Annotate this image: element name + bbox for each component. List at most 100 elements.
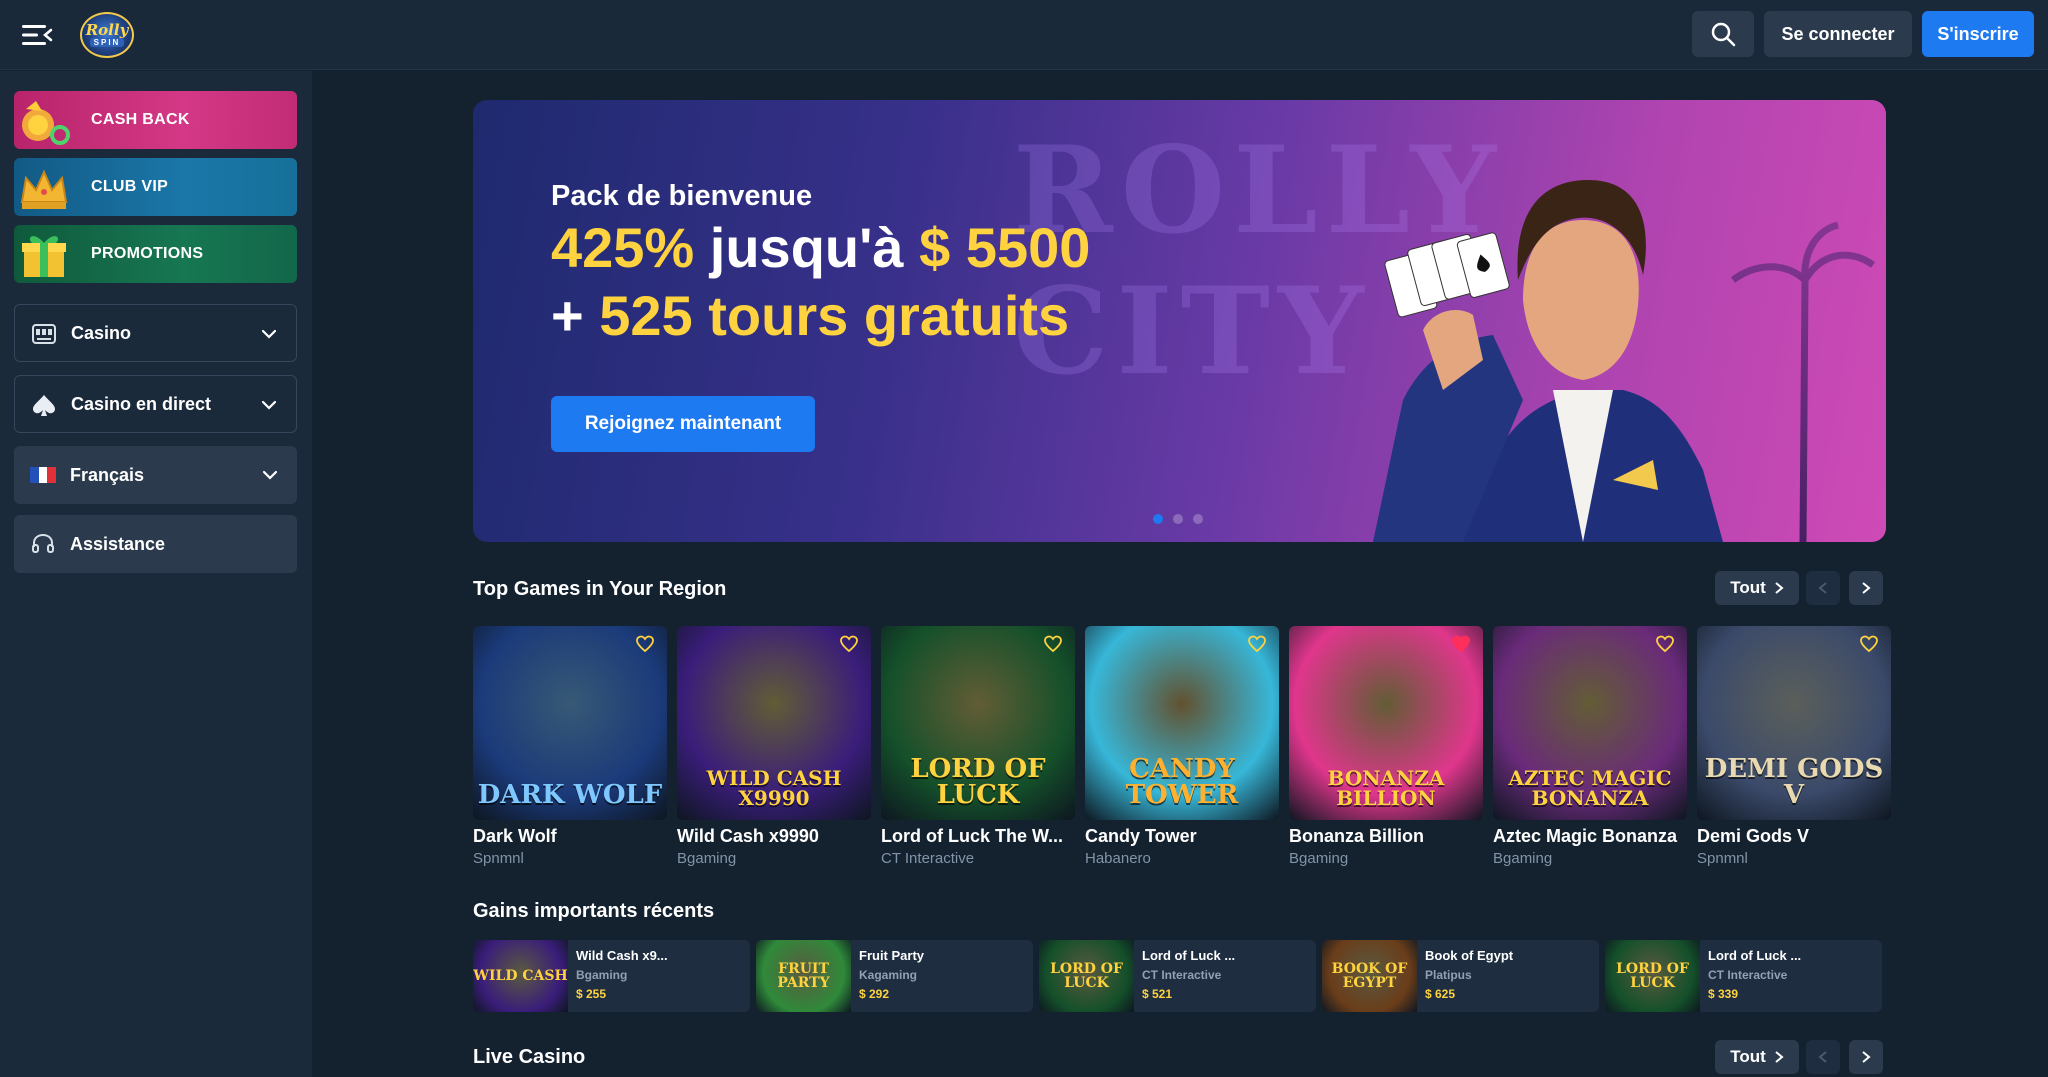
game-card[interactable]: CANDY TOWER Candy Tower Habanero [1085,626,1279,870]
game-thumbnail[interactable]: WILD CASH X9990 [677,626,871,820]
favorite-heart-icon[interactable] [1451,634,1471,654]
game-card[interactable]: DEMI GODS V Demi Gods V Spnmnl [1697,626,1891,870]
game-thumbnail[interactable]: AZTEC MAGIC BONANZA [1493,626,1687,820]
hero-free-spins: 525 tours gratuits [599,284,1070,347]
recent-win-card[interactable]: FRUIT PARTY Fruit Party Kagaming $ 292 [756,940,1033,1012]
sidebar-item-casino[interactable]: Casino [14,304,297,362]
recent-win-provider: Kagaming [859,968,918,982]
game-provider: Spnmnl [473,850,524,867]
recent-win-card[interactable]: LORD OF LUCK Lord of Luck ... CT Interacti… [1039,940,1316,1012]
support-button[interactable]: Assistance [14,515,297,573]
favorite-heart-icon[interactable] [1043,634,1063,654]
recent-win-thumbnail[interactable]: LORD OF LUCK [1605,940,1700,1012]
top-games-list: DARK WOLF Dark Wolf Spnmnl WILD CASH X9990 W… [473,626,1893,870]
game-thumbnail[interactable]: CANDY TOWER [1085,626,1279,820]
top-games-title: Top Games in Your Region [473,578,727,600]
spade-icon [33,395,55,416]
carousel-dots [1153,514,1203,524]
chevron-down-icon [261,329,277,339]
recent-win-provider: Platipus [1425,968,1472,982]
live-casino-all-button[interactable]: Tout [1715,1040,1799,1074]
game-name[interactable]: Bonanza Billion [1289,826,1489,847]
game-thumbnail[interactable]: BONANZA BILLION [1289,626,1483,820]
recent-win-art-title: WILD CASH [473,968,568,984]
live-casino-prev-button[interactable] [1806,1040,1840,1074]
support-label: Assistance [70,533,166,554]
slot-machine-icon [32,324,56,344]
hero-banner[interactable]: ROLLY CITY Pack de bienvenue 425% jusqu'… [473,100,1886,542]
live-casino-title: Live Casino [473,1046,586,1068]
top-games-all-button[interactable]: Tout [1715,571,1799,605]
sidebar-club-vip[interactable]: CLUB VIP [14,158,297,216]
logo-subtext: SPIN [89,38,125,47]
recent-win-card[interactable]: WILD CASH Wild Cash x9... Bgaming $ 255 [473,940,750,1012]
game-name[interactable]: Dark Wolf [473,826,673,847]
chevron-right-icon [1775,582,1784,594]
signup-button[interactable]: S'inscrire [1922,11,2034,57]
game-art-title: WILD CASH X9990 [706,766,842,810]
chevron-right-icon [1775,1051,1784,1063]
recent-wins-title: Gains importants récents [473,900,715,922]
recent-win-provider: CT Interactive [1142,968,1222,982]
recent-win-thumbnail[interactable]: FRUIT PARTY [756,940,851,1012]
game-thumbnail[interactable]: DEMI GODS V [1697,626,1891,820]
favorite-heart-icon[interactable] [1655,634,1675,654]
game-art-title: LORD OF LUCK [910,754,1046,810]
language-select[interactable]: Français [14,446,297,504]
hero-headline-1: 425% jusqu'à $ 5500 [551,215,1090,280]
game-thumbnail[interactable]: LORD OF LUCK [881,626,1075,820]
menu-icon[interactable] [20,20,54,50]
recent-win-art-title: LORD OF LUCK [1050,961,1123,991]
game-card[interactable]: BONANZA BILLION Bonanza Billion Bgaming [1289,626,1483,870]
recent-win-amount: $ 339 [1708,987,1739,1001]
recent-win-game-name: Fruit Party [859,948,925,963]
sidebar-item-live-casino[interactable]: Casino en direct [14,375,297,433]
game-name[interactable]: Wild Cash x9990 [677,826,877,847]
recent-win-provider: Bgaming [576,968,628,982]
game-card[interactable]: WILD CASH X9990 Wild Cash x9990 Bgaming [677,626,871,870]
favorite-heart-icon[interactable] [1247,634,1267,654]
favorite-heart-icon[interactable] [839,634,859,654]
chevron-down-icon [262,470,278,480]
recent-win-thumbnail[interactable]: WILD CASH [473,940,568,1012]
chevron-down-icon [261,400,277,410]
join-now-button[interactable]: Rejoignez maintenant [551,396,815,452]
game-provider: Bgaming [1493,850,1553,867]
carousel-dot[interactable] [1173,514,1183,524]
top-games-prev-button[interactable] [1806,571,1840,605]
recent-win-thumbnail[interactable]: LORD OF LUCK [1039,940,1134,1012]
carousel-dot[interactable] [1153,514,1163,524]
game-provider: CT Interactive [881,850,975,867]
live-casino-next-button[interactable] [1849,1040,1883,1074]
game-card[interactable]: LORD OF LUCK Lord of Luck The W... CT Inte… [881,626,1075,870]
gift-icon [22,236,66,277]
recent-win-thumbnail[interactable]: BOOK OF EGYPT [1322,940,1417,1012]
search-button[interactable] [1692,11,1754,57]
sidebar-promotions[interactable]: PROMOTIONS [14,225,297,283]
game-provider: Habanero [1085,850,1151,867]
site-logo[interactable]: Rolly SPIN [80,12,134,58]
recent-win-card[interactable]: LORD OF LUCK Lord of Luck ... CT Interacti… [1605,940,1882,1012]
top-games-next-button[interactable] [1849,571,1883,605]
game-name[interactable]: Aztec Magic Bonanza [1493,826,1693,847]
game-card[interactable]: AZTEC MAGIC BONANZA Aztec Magic Bonanza Bg… [1493,626,1687,870]
favorite-heart-icon[interactable] [1859,634,1879,654]
top-header: Rolly SPIN Se connecter S'inscrire [0,0,2048,70]
game-name[interactable]: Lord of Luck The W... [881,826,1081,847]
login-button[interactable]: Se connecter [1764,11,1912,57]
chevron-left-icon [1818,582,1827,594]
cashback-icon [22,101,70,145]
recent-win-card[interactable]: BOOK OF EGYPT Book of Egypt Platipus $ 625 [1322,940,1599,1012]
favorite-heart-icon[interactable] [635,634,655,654]
crown-icon [20,169,68,209]
search-icon [1711,22,1736,47]
france-flag-icon [30,467,56,483]
recent-win-game-name: Lord of Luck ... [1708,948,1802,963]
game-name[interactable]: Demi Gods V [1697,826,1897,847]
sidebar-cashback[interactable]: CASH BACK [14,91,297,149]
game-name[interactable]: Candy Tower [1085,826,1285,847]
hero-headline-2: + 525 tours gratuits [551,283,1069,348]
game-thumbnail[interactable]: DARK WOLF [473,626,667,820]
carousel-dot[interactable] [1193,514,1203,524]
game-card[interactable]: DARK WOLF Dark Wolf Spnmnl [473,626,667,870]
